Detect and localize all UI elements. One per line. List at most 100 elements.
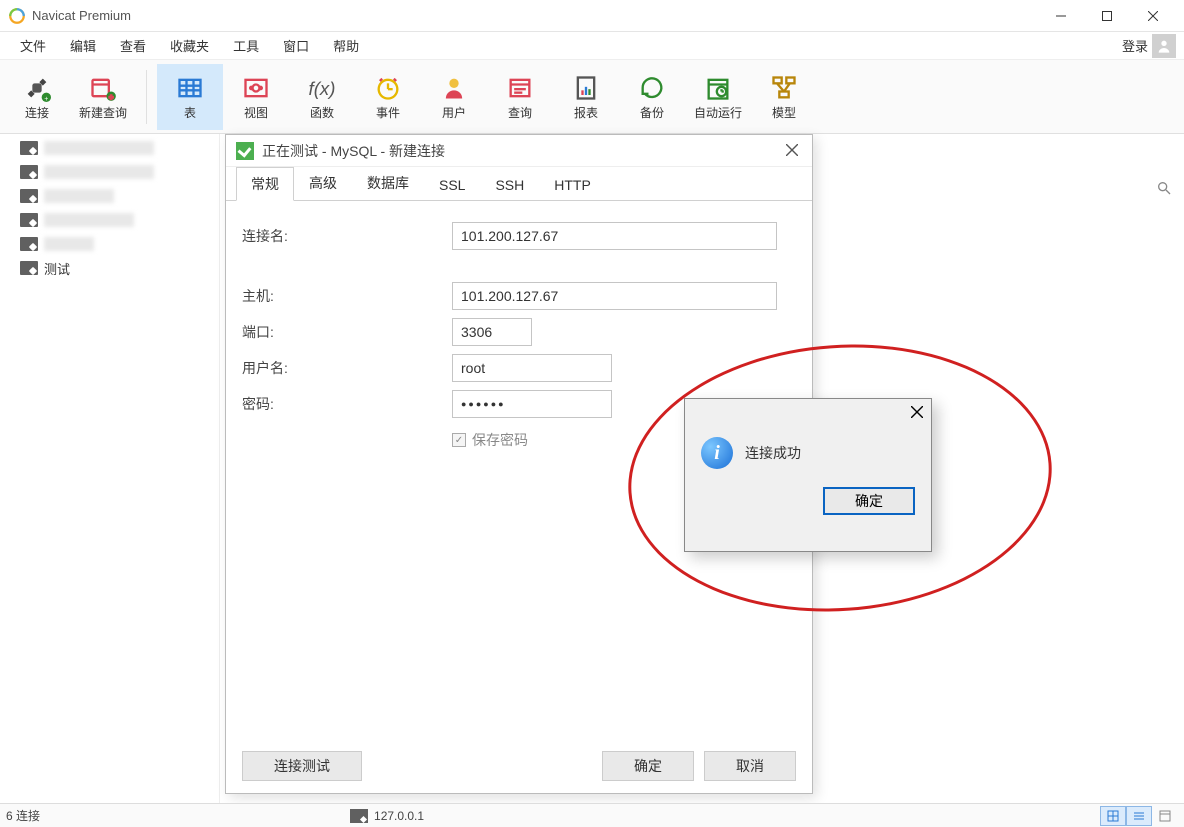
- toolbar-query[interactable]: 查询: [487, 64, 553, 130]
- toolbar-function[interactable]: f(x) 函数: [289, 64, 355, 130]
- toolbar-backup-label: 备份: [640, 104, 664, 121]
- sidebar-item[interactable]: [0, 136, 219, 160]
- dialog-icon: [236, 142, 254, 160]
- menu-file[interactable]: 文件: [8, 36, 58, 55]
- table-icon: [176, 72, 204, 104]
- toolbar-table-label: 表: [184, 104, 196, 121]
- dialog-footer: 连接测试 确定 取消: [226, 751, 812, 781]
- backup-icon: [638, 72, 666, 104]
- dialog-tabs: 常规 高级 数据库 SSL SSH HTTP: [226, 167, 812, 201]
- close-button[interactable]: [1130, 0, 1176, 32]
- toolbar-event[interactable]: 事件: [355, 64, 421, 130]
- login-link[interactable]: 登录: [1122, 36, 1152, 55]
- dialog-cancel-button[interactable]: 取消: [704, 751, 796, 781]
- search-icon[interactable]: [1156, 180, 1172, 201]
- menu-window[interactable]: 窗口: [271, 36, 321, 55]
- menu-view[interactable]: 查看: [108, 36, 158, 55]
- messagebox-titlebar: [685, 399, 931, 429]
- sidebar-item[interactable]: [0, 160, 219, 184]
- titlebar: Navicat Premium: [0, 0, 1184, 32]
- input-host[interactable]: 101.200.127.67: [452, 282, 777, 310]
- messagebox-footer: 确定: [685, 477, 931, 525]
- plug-icon: +: [23, 72, 51, 104]
- tab-ssl[interactable]: SSL: [424, 170, 480, 200]
- info-icon: i: [701, 437, 733, 469]
- checkbox-save-password[interactable]: ✓: [452, 433, 466, 447]
- messagebox-close-button[interactable]: [911, 405, 923, 423]
- test-connection-button[interactable]: 连接测试: [242, 751, 362, 781]
- dialog-close-button[interactable]: [782, 139, 802, 163]
- toolbar-connect[interactable]: + 连接: [4, 64, 70, 130]
- toolbar-newquery-label: 新建查询: [79, 104, 127, 121]
- db-icon: [20, 261, 38, 275]
- input-password[interactable]: ●●●●●●: [452, 390, 612, 418]
- schedule-icon: [704, 72, 732, 104]
- toolbar-schedule[interactable]: 自动运行: [685, 64, 751, 130]
- input-port[interactable]: 3306: [452, 318, 532, 346]
- label-save-password: 保存密码: [472, 430, 528, 450]
- messagebox: i 连接成功 确定: [684, 398, 932, 552]
- db-icon: [20, 141, 38, 155]
- toolbar-model-label: 模型: [772, 104, 796, 121]
- toolbar-backup[interactable]: 备份: [619, 64, 685, 130]
- minimize-button[interactable]: [1038, 0, 1084, 32]
- db-icon: [20, 189, 38, 203]
- db-icon: [20, 237, 38, 251]
- toolbar-model[interactable]: 模型: [751, 64, 817, 130]
- db-icon: [20, 213, 38, 227]
- status-ip: 127.0.0.1: [350, 809, 424, 823]
- tab-http[interactable]: HTTP: [539, 170, 606, 200]
- maximize-button[interactable]: [1084, 0, 1130, 32]
- toolbar-function-label: 函数: [310, 104, 334, 121]
- dialog-titlebar: 正在测试 - MySQL - 新建连接: [226, 135, 812, 167]
- messagebox-text: 连接成功: [745, 437, 801, 463]
- toolbar-report[interactable]: 报表: [553, 64, 619, 130]
- toolbar-connect-label: 连接: [25, 104, 49, 121]
- toolbar-user[interactable]: 用户: [421, 64, 487, 130]
- report-icon: [572, 72, 600, 104]
- db-icon: [350, 809, 368, 823]
- input-conn-name[interactable]: 101.200.127.67: [452, 222, 777, 250]
- tab-general[interactable]: 常规: [236, 167, 294, 201]
- query-icon: [506, 72, 534, 104]
- toolbar-separator: [146, 70, 147, 124]
- function-icon: f(x): [308, 72, 336, 104]
- sidebar-item[interactable]: [0, 184, 219, 208]
- label-password: 密码:: [242, 394, 452, 414]
- status-ip-text: 127.0.0.1: [374, 809, 424, 823]
- toolbar-event-label: 事件: [376, 104, 400, 121]
- view-grid-button[interactable]: [1100, 806, 1126, 826]
- view-icon: [242, 72, 270, 104]
- view-buttons: [1100, 806, 1178, 826]
- sidebar-item[interactable]: [0, 232, 219, 256]
- tab-database[interactable]: 数据库: [352, 166, 424, 200]
- menu-edit[interactable]: 编辑: [58, 36, 108, 55]
- messagebox-ok-button[interactable]: 确定: [823, 487, 915, 515]
- sidebar-item-test[interactable]: 测试: [0, 256, 219, 280]
- svg-text:f(x): f(x): [309, 78, 336, 99]
- menu-help[interactable]: 帮助: [321, 36, 371, 55]
- dialog-ok-button[interactable]: 确定: [602, 751, 694, 781]
- view-detail-button[interactable]: [1152, 806, 1178, 826]
- model-icon: [770, 72, 798, 104]
- input-user[interactable]: root: [452, 354, 612, 382]
- toolbar-table[interactable]: 表: [157, 64, 223, 130]
- toolbar-report-label: 报表: [574, 104, 598, 121]
- toolbar-newquery[interactable]: + 新建查询: [70, 64, 136, 130]
- dialog-title: 正在测试 - MySQL - 新建连接: [262, 141, 445, 161]
- app-logo-icon: [8, 7, 26, 25]
- sidebar-item[interactable]: [0, 208, 219, 232]
- avatar-icon[interactable]: [1152, 34, 1176, 58]
- tab-ssh[interactable]: SSH: [480, 170, 539, 200]
- status-conn-count: 6 连接: [6, 807, 40, 824]
- menu-favorites[interactable]: 收藏夹: [158, 36, 221, 55]
- main-area: 测试 正在测试 - MySQL - 新建连接 常规 高级 数据库 SSL SSH…: [0, 134, 1184, 803]
- tab-advanced[interactable]: 高级: [294, 166, 352, 200]
- toolbar-view[interactable]: 视图: [223, 64, 289, 130]
- label-host: 主机:: [242, 286, 452, 306]
- view-list-button[interactable]: [1126, 806, 1152, 826]
- clock-icon: [374, 72, 402, 104]
- toolbar-view-label: 视图: [244, 104, 268, 121]
- menu-tools[interactable]: 工具: [221, 36, 271, 55]
- toolbar-schedule-label: 自动运行: [694, 104, 742, 121]
